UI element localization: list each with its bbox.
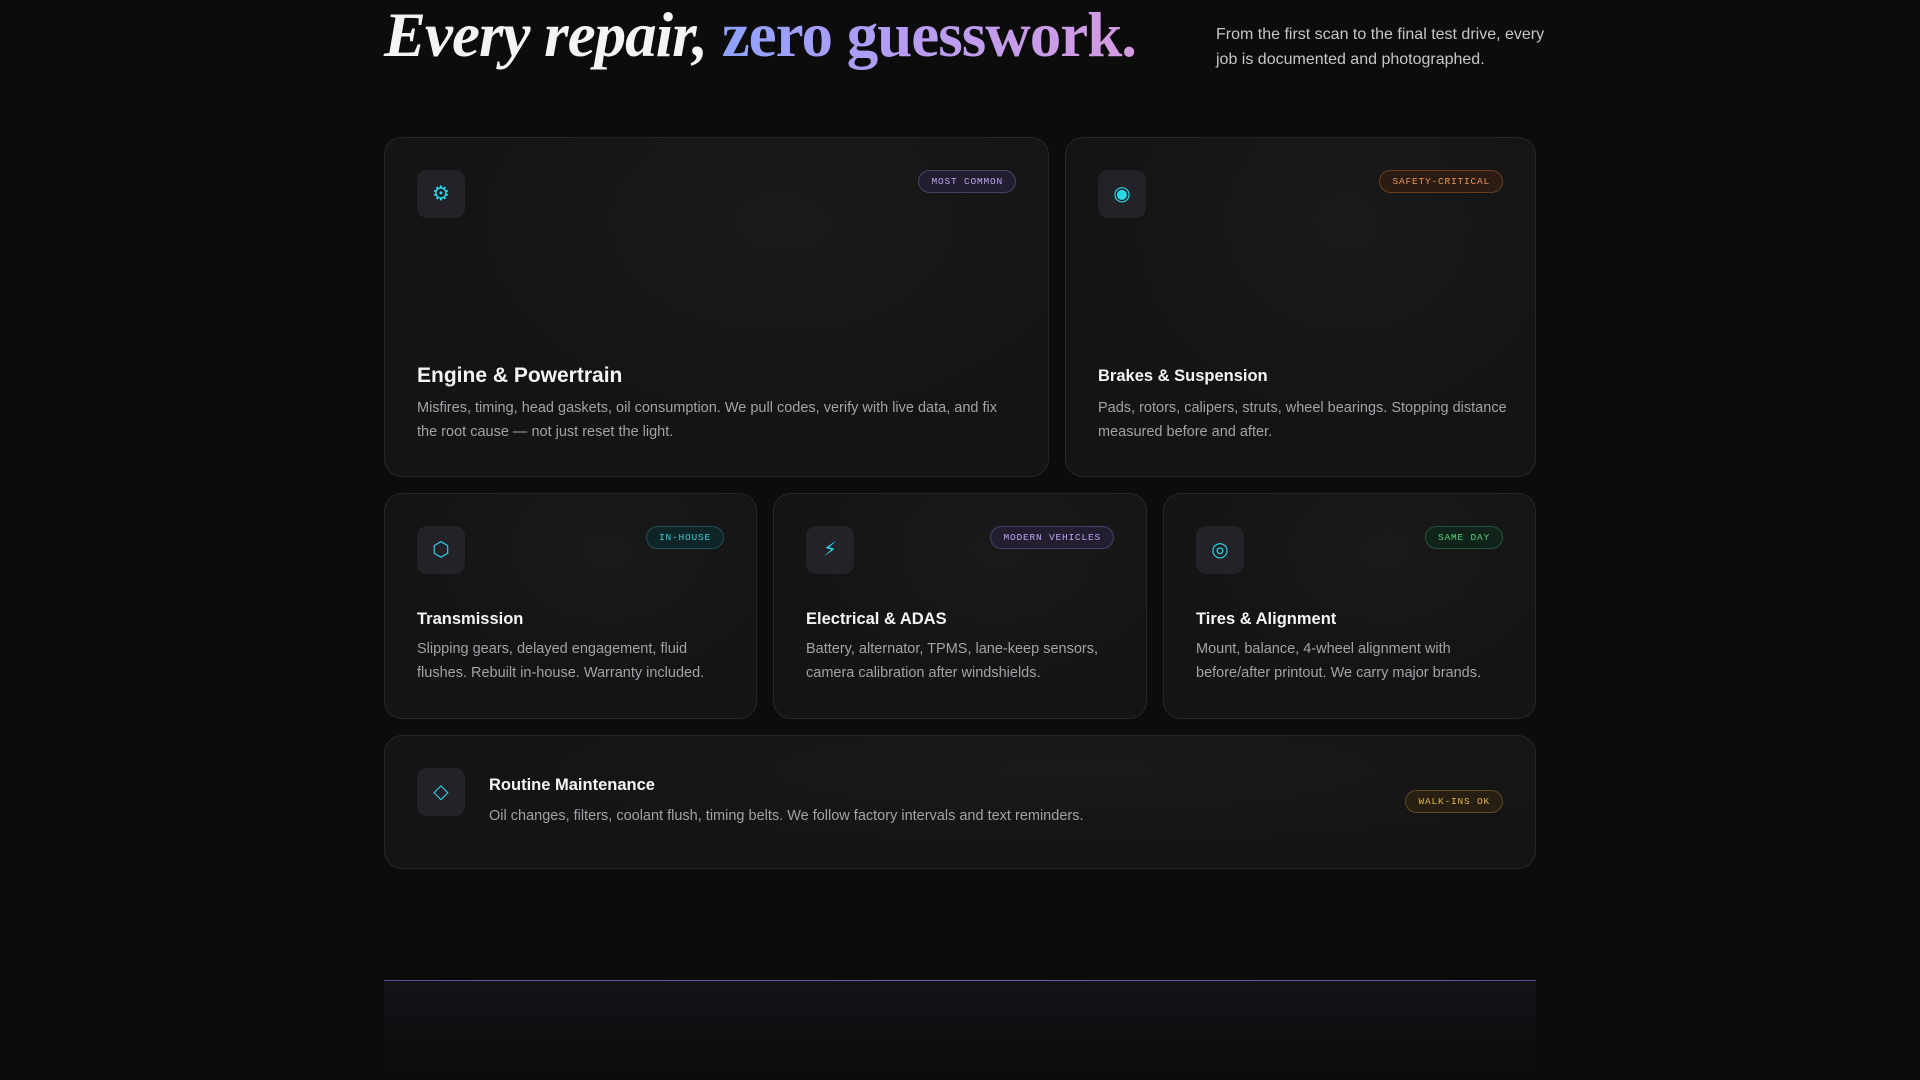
hero-title: Every repair, zero guesswork.	[384, 0, 1137, 70]
badge-modern-vehicles: MODERN VEHICLES	[990, 526, 1114, 549]
service-card-electrical[interactable]: ⚡ MODERN VEHICLES Electrical & ADAS Batt…	[773, 493, 1147, 719]
service-description: Mount, balance, 4-wheel alignment with b…	[1196, 641, 1482, 681]
hexagon-icon: ⬡	[417, 526, 465, 574]
badge-same-day: SAME DAY	[1424, 526, 1503, 549]
service-title: Engine & Powertrain	[417, 364, 623, 387]
hero-subtitle: From the first scan to the final test dr…	[1216, 26, 1545, 68]
lightning-bolt-icon: ⚡	[806, 526, 854, 574]
service-title: Transmission	[417, 610, 524, 628]
gear-icon: ⚙	[417, 170, 465, 218]
footer-glow	[384, 981, 1536, 1080]
services-page: Every repair, zero guesswork. From the f…	[0, 0, 1920, 1080]
service-card-maintenance[interactable]: ◇ WALK-INS OK Routine Maintenance Oil ch…	[384, 735, 1536, 869]
service-card-engine[interactable]: ⚙ MOST COMMON Engine & Powertrain Misfir…	[384, 137, 1049, 477]
badge-most-common: MOST COMMON	[918, 170, 1016, 193]
service-title: Electrical & ADAS	[806, 610, 947, 628]
service-card-transmission[interactable]: ⬡ IN-HOUSE Transmission Slipping gears, …	[384, 493, 757, 719]
hero-title-accent: zero guesswork.	[721, 0, 1137, 70]
brake-disc-icon: ◉	[1098, 170, 1146, 218]
service-description: Battery, alternator, TPMS, lane-keep sen…	[806, 641, 1099, 681]
badge-in-house: IN-HOUSE	[645, 526, 724, 549]
service-description: Oil changes, filters, coolant flush, tim…	[489, 808, 1084, 824]
service-description: Misfires, timing, head gaskets, oil cons…	[417, 400, 997, 440]
service-card-brakes[interactable]: ◉ SAFETY-CRITICAL Brakes & Suspension Pa…	[1065, 137, 1536, 477]
service-description: Pads, rotors, calipers, struts, wheel be…	[1098, 400, 1507, 440]
service-description: Slipping gears, delayed engagement, flui…	[417, 641, 705, 681]
service-title: Routine Maintenance	[489, 776, 655, 794]
badge-walk-ins-ok: WALK-INS OK	[1405, 790, 1503, 813]
target-icon: ◎	[1196, 526, 1244, 574]
service-title: Tires & Alignment	[1196, 610, 1337, 628]
service-card-tires[interactable]: ◎ SAME DAY Tires & Alignment Mount, bala…	[1163, 493, 1536, 719]
badge-safety-critical: SAFETY-CRITICAL	[1379, 170, 1503, 193]
service-title: Brakes & Suspension	[1098, 367, 1268, 385]
hero-title-plain: Every repair,	[384, 0, 722, 70]
diamond-icon: ◇	[417, 768, 465, 816]
